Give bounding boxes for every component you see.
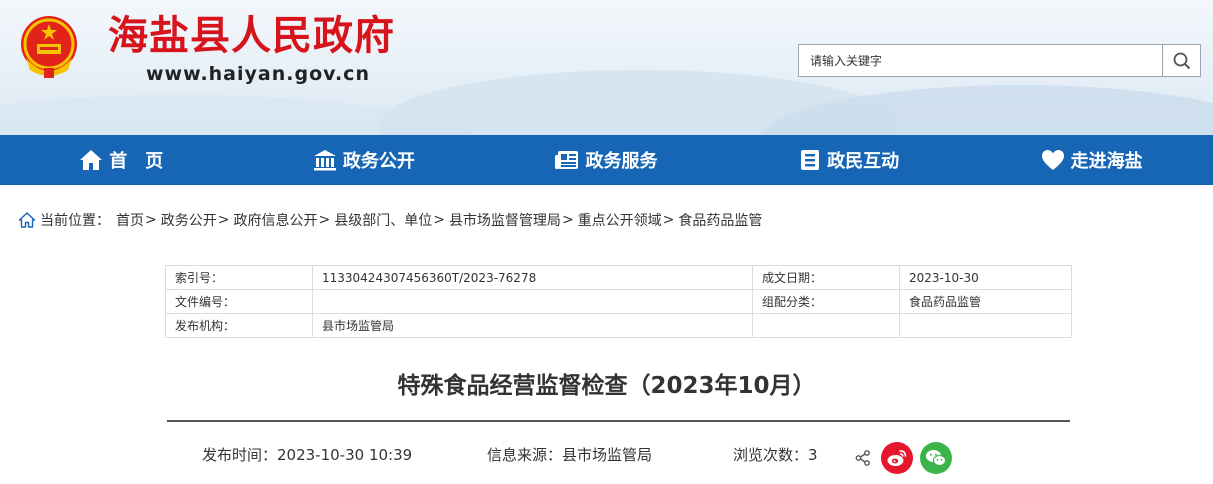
breadcrumb-item-key-areas[interactable]: 重点公开领域 xyxy=(578,210,662,230)
meta-value xyxy=(312,289,753,314)
search-input[interactable] xyxy=(799,45,1163,76)
site-header: 海盐县人民政府 www.haiyan.gov.cn xyxy=(0,0,1213,135)
breadcrumb-item-home[interactable]: 首页 xyxy=(116,210,144,230)
nav-label: 政务服务 xyxy=(585,151,658,172)
table-row: 索引号： 11330424307456360T/2023-76278 成文日期：… xyxy=(165,265,1072,290)
meta-empty-cell xyxy=(752,313,900,338)
meta-label: 索引号： xyxy=(165,265,313,290)
info-source: 信息来源：县市场监管局 xyxy=(487,446,653,464)
breadcrumb-separator: > xyxy=(145,212,157,228)
main-nav: 首 页 政务公开 政务服务 政民互动 走进海盐 xyxy=(0,135,1213,185)
breadcrumb-item-info-disclosure[interactable]: 政府信息公开 xyxy=(233,210,317,230)
publish-time: 发布时间：2023-10-30 10:39 xyxy=(202,446,413,464)
breadcrumb-separator: > xyxy=(561,212,574,228)
article-title: 特殊食品经营监督检查（2023年10月） xyxy=(397,373,816,399)
nav-label: 走进海盐 xyxy=(1070,151,1143,172)
breadcrumb-separator: > xyxy=(217,212,230,228)
national-emblem-icon xyxy=(21,16,77,78)
weibo-icon xyxy=(887,450,907,466)
search-box xyxy=(798,44,1201,77)
share-wechat-button[interactable] xyxy=(920,442,952,474)
breadcrumb-prefix: 当前位置： xyxy=(40,213,110,229)
list-icon xyxy=(801,150,820,170)
site-url: www.haiyan.gov.cn xyxy=(146,63,370,85)
heart-icon xyxy=(1041,150,1064,170)
breadcrumb-separator: > xyxy=(662,212,675,228)
breadcrumb-separator: > xyxy=(433,212,445,228)
meta-value: 县市场监管局 xyxy=(312,313,753,338)
breadcrumb-item-county-departments[interactable]: 县级部门、单位 xyxy=(334,210,432,230)
breadcrumb-item-food-drug-supervision[interactable]: 食品药品监管 xyxy=(678,210,762,230)
site-title[interactable]: 海盐县人民政府 xyxy=(108,10,395,62)
view-count: 浏览次数：3 xyxy=(733,446,818,464)
breadcrumb-item-government-affairs[interactable]: 政务公开 xyxy=(161,210,217,230)
table-row: 发布机构： 县市场监管局 xyxy=(165,313,1072,338)
nav-label: 政民互动 xyxy=(827,151,900,172)
meta-label: 发布机构： xyxy=(165,313,313,338)
breadcrumb: 当前位置： 首页 > 政务公开 > 政府信息公开 > 县级部门、单位 > 县市场监督管理… xyxy=(18,209,762,231)
meta-label: 文件编号： xyxy=(165,289,313,314)
document-meta-table: 索引号： 11330424307456360T/2023-76278 成文日期：… xyxy=(165,265,1072,338)
search-icon xyxy=(1173,52,1190,69)
meta-empty-cell xyxy=(899,313,1072,338)
nav-item-about-haiyan[interactable]: 走进海盐 xyxy=(970,135,1213,185)
home-outline-icon xyxy=(18,212,36,228)
meta-value: 食品药品监管 xyxy=(899,289,1072,314)
meta-value: 11330424307456360T/2023-76278 xyxy=(312,265,753,290)
search-button[interactable] xyxy=(1162,45,1200,76)
nav-item-interaction[interactable]: 政民互动 xyxy=(728,135,971,185)
building-icon xyxy=(313,150,336,171)
meta-value: 2023-10-30 xyxy=(899,265,1072,290)
nav-label: 政务公开 xyxy=(342,151,415,172)
home-icon xyxy=(80,150,103,170)
share-weibo-button[interactable] xyxy=(881,442,913,474)
wechat-icon xyxy=(926,450,946,466)
nav-label: 首 页 xyxy=(109,151,164,172)
nav-item-government-affairs[interactable]: 政务公开 xyxy=(243,135,486,185)
newspaper-icon xyxy=(555,151,579,169)
meta-label: 成文日期： xyxy=(752,265,900,290)
breadcrumb-item-market-regulation-bureau[interactable]: 县市场监督管理局 xyxy=(449,210,561,230)
title-divider xyxy=(167,420,1070,422)
table-row: 文件编号： 组配分类： 食品药品监管 xyxy=(165,289,1072,314)
share-icon xyxy=(855,450,870,466)
breadcrumb-separator: > xyxy=(318,212,331,228)
meta-label: 组配分类： xyxy=(752,289,900,314)
nav-item-home[interactable]: 首 页 xyxy=(0,135,243,185)
nav-item-services[interactable]: 政务服务 xyxy=(485,135,728,185)
